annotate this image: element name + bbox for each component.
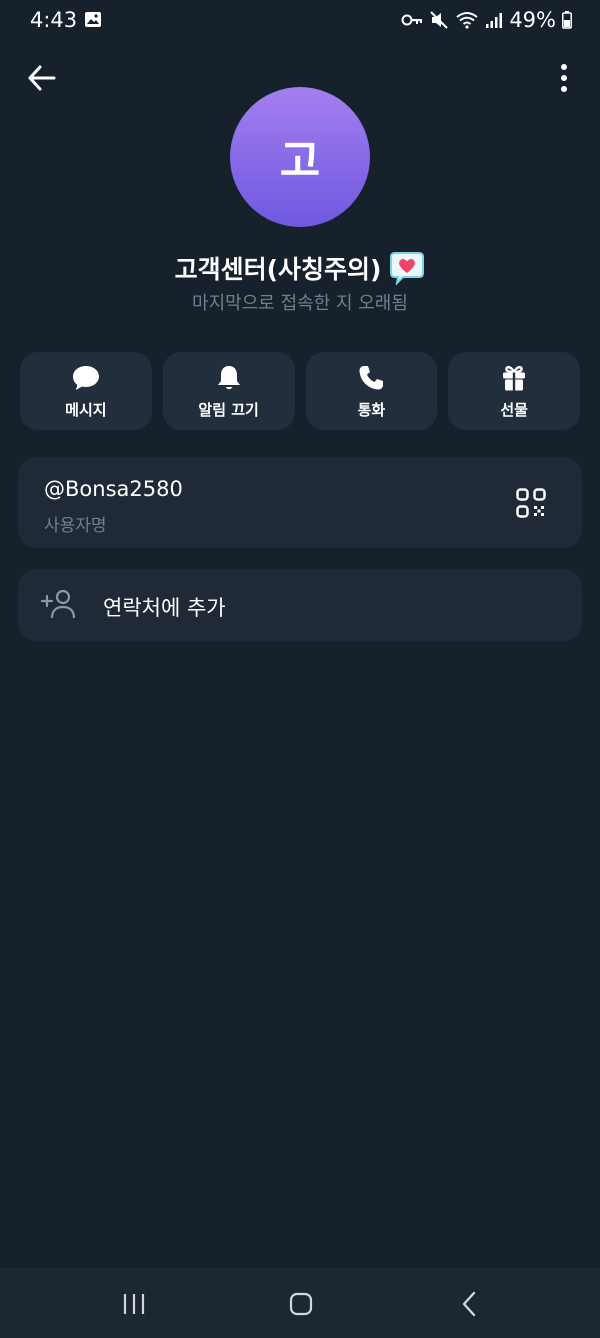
add-contact-label: 연락처에 추가: [103, 596, 226, 620]
avatar[interactable]: 고: [230, 87, 370, 227]
username-value: @Bonsa2580: [44, 477, 183, 501]
image-notification-icon: [85, 12, 101, 27]
home-icon[interactable]: [283, 1286, 319, 1322]
battery-icon: [562, 11, 572, 29]
mute-notifications-label: 알림 끄기: [198, 400, 259, 419]
add-contact-button[interactable]: 연락처에 추가: [18, 569, 582, 641]
status-icons: 49%: [401, 8, 572, 32]
more-options-icon[interactable]: [558, 63, 570, 93]
bell-icon: [217, 365, 240, 389]
system-navigation-bar: [0, 1268, 600, 1338]
username-card[interactable]: @Bonsa2580 사용자명: [18, 457, 582, 548]
recent-apps-icon[interactable]: [116, 1286, 152, 1322]
add-person-icon: [40, 589, 76, 619]
avatar-initial: 고: [279, 136, 321, 187]
phone-icon: [359, 365, 384, 389]
key-icon: [401, 14, 423, 26]
battery-percent: 49%: [509, 8, 556, 32]
gift-button-label: 선물: [500, 400, 528, 419]
gift-button[interactable]: 선물: [448, 352, 580, 430]
message-button[interactable]: 메시지: [20, 352, 152, 430]
system-back-icon[interactable]: [452, 1286, 488, 1322]
action-buttons: 메시지 알림 끄기 통화 선물: [20, 352, 580, 430]
signal-icon: [486, 13, 503, 28]
profile-name: 고객센터(사칭주의): [174, 255, 382, 284]
profile-name-row: 고객센터(사칭주의): [0, 250, 600, 286]
call-button[interactable]: 통화: [305, 352, 438, 430]
heart-speech-badge-icon[interactable]: [389, 251, 425, 285]
username-caption: 사용자명: [44, 516, 107, 536]
back-arrow-icon[interactable]: [26, 62, 58, 94]
status-time: 4:43: [30, 8, 78, 32]
qr-code-icon[interactable]: [516, 488, 546, 518]
gift-icon: [503, 365, 526, 390]
call-button-label: 통화: [357, 400, 386, 419]
mute-icon: [430, 11, 449, 29]
mute-notifications-button[interactable]: 알림 끄기: [162, 352, 295, 430]
last-seen-status: 마지막으로 접속한 지 오래됨: [192, 293, 408, 314]
wifi-icon: [456, 12, 478, 29]
status-bar: 4:43 49%: [0, 0, 600, 42]
message-button-label: 메시지: [65, 400, 107, 419]
chat-bubble-icon: [72, 365, 99, 390]
